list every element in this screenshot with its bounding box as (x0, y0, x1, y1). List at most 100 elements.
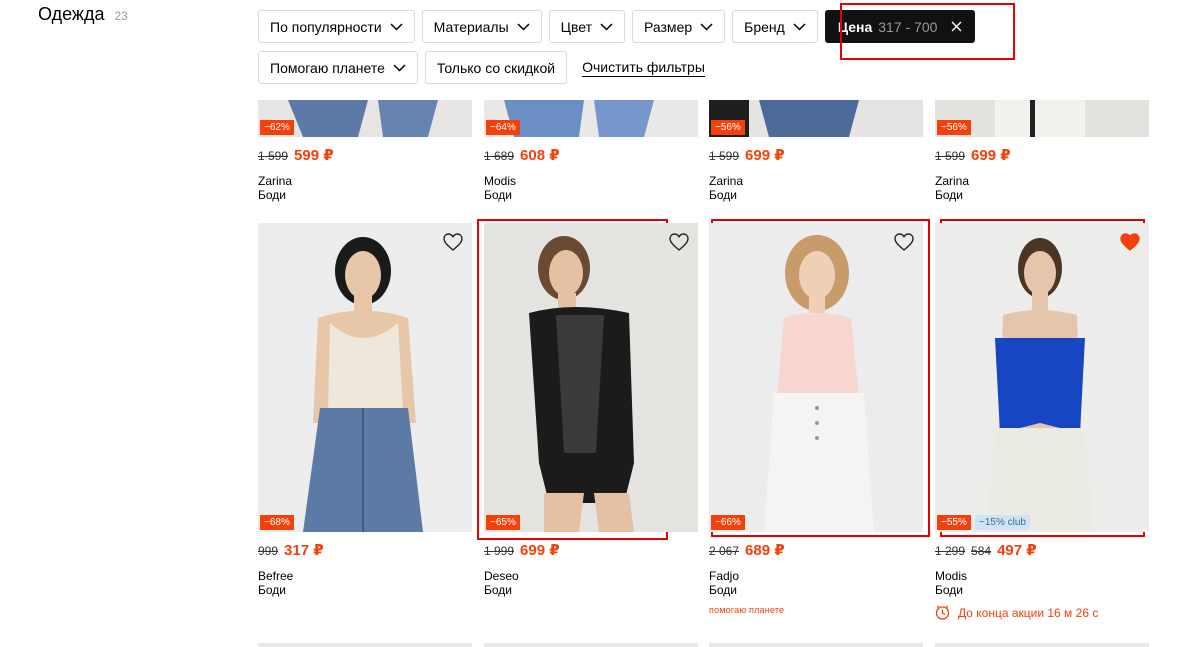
product-type: Боди (935, 583, 963, 597)
discount-badge: −68% (260, 515, 294, 530)
product-image[interactable]: −64% (484, 100, 698, 137)
product-image[interactable]: −55% −15% club (935, 223, 1149, 532)
old-price: 1 689 (484, 149, 515, 163)
product-card[interactable]: −65% 1 999 699 ₽ Deseo Боди (484, 223, 698, 597)
next-row-image (484, 643, 698, 647)
chevron-down-icon (793, 22, 806, 31)
product-brand: Befree (258, 569, 294, 583)
product-card[interactable]: −64% 1 689 608 ₽ Modis Боди (484, 100, 698, 202)
old-price: 1 599 (258, 149, 289, 163)
clock-icon (935, 605, 950, 620)
chip-label: Бренд (744, 18, 785, 35)
price: 599 ₽ (294, 147, 334, 164)
discount-badge: −64% (486, 120, 520, 135)
promo-timer: До конца акции 16 м 26 с (935, 605, 1149, 620)
discount-badge: −56% (711, 120, 745, 135)
old-price: 1 599 (935, 149, 966, 163)
old-price: 999 (258, 544, 279, 558)
product-card[interactable]: −56% 1 599 699 ₽ Zarina Боди (709, 100, 923, 202)
chip-label: Цвет (560, 18, 593, 35)
chevron-down-icon (700, 22, 713, 31)
category-header: Одежда 23 (38, 4, 128, 25)
product-brand: Modis (935, 569, 968, 583)
product-image[interactable]: −68% (258, 223, 472, 532)
price: 699 ₽ (745, 147, 785, 164)
product-brand: Zarina (935, 174, 970, 188)
product-brand: Fadjo (709, 569, 740, 583)
old-price: 1 299 (935, 544, 966, 558)
promo-timer-text: До конца акции 16 м 26 с (958, 605, 1099, 620)
category-title: Одежда (38, 4, 105, 24)
chevron-down-icon (393, 63, 406, 72)
heart-icon[interactable] (669, 233, 689, 251)
next-row-image (935, 643, 1149, 647)
product-image[interactable]: −56% (709, 100, 923, 137)
price-filter-active[interactable]: Цена 317 - 700 (824, 10, 976, 43)
next-row-image (258, 643, 472, 647)
old-price: 1 999 (484, 544, 515, 558)
color-filter[interactable]: Цвет (548, 10, 626, 43)
product-image[interactable]: −56% (935, 100, 1149, 137)
product-photo (258, 223, 472, 532)
discount-badge: −66% (711, 515, 745, 530)
product-card[interactable]: −66% 2 067 689 ₽ Fadjo Боди помогаю плане… (709, 223, 923, 615)
product-brand: Modis (484, 174, 517, 188)
price: 608 ₽ (520, 147, 560, 164)
close-icon[interactable] (951, 21, 962, 32)
eco-filter[interactable]: Помогаю планете (258, 51, 418, 84)
chip-label: Материалы (433, 18, 509, 35)
product-brand: Deseo (484, 569, 519, 583)
chevron-down-icon (517, 22, 530, 31)
club-badge: −15% club (975, 515, 1030, 530)
product-image[interactable]: −65% (484, 223, 698, 532)
sort-dropdown[interactable]: По популярности (258, 10, 415, 43)
price-chip-range: 317 - 700 (878, 18, 938, 35)
product-type: Боди (484, 583, 512, 597)
price-chip-label: Цена (837, 18, 873, 35)
filter-bar: По популярности Материалы Цвет Размер Бр… (258, 10, 1018, 92)
chip-label: По популярности (270, 18, 382, 35)
old-price: 2 067 (709, 544, 740, 558)
product-type: Боди (709, 188, 737, 202)
size-filter[interactable]: Размер (632, 10, 726, 43)
chip-label: Только со скидкой (436, 59, 556, 76)
chevron-down-icon (390, 22, 403, 31)
product-card[interactable]: −56% 1 599 699 ₽ Zarina Боди (935, 100, 1149, 202)
discount-badge: −55% (937, 515, 971, 530)
heart-icon[interactable] (443, 233, 463, 251)
old-price: 1 599 (709, 149, 740, 163)
price: 497 ₽ (997, 542, 1037, 559)
chevron-down-icon (600, 22, 613, 31)
discount-badge: −56% (937, 120, 971, 135)
discount-badge: −62% (260, 120, 294, 135)
product-type: Боди (709, 583, 737, 597)
product-photo (935, 223, 1149, 532)
product-image[interactable]: −62% (258, 100, 472, 137)
product-photo (484, 223, 698, 532)
product-photo (709, 223, 923, 532)
heart-icon[interactable] (1120, 233, 1140, 251)
chip-label: Помогаю планете (270, 59, 385, 76)
product-brand: Zarina (258, 174, 293, 188)
next-row-image (709, 643, 923, 647)
product-type: Боди (258, 188, 286, 202)
clear-filters-link[interactable]: Очистить фильтры (582, 59, 705, 77)
product-card[interactable]: −55% −15% club 1 299 584 497 ₽ Modis Боди … (935, 223, 1149, 620)
category-count: 23 (114, 9, 128, 23)
product-type: Боди (258, 583, 286, 597)
materials-filter[interactable]: Материалы (421, 10, 542, 43)
product-card[interactable]: −62% 1 599 599 ₽ Zarina Боди (258, 100, 472, 202)
price: 317 ₽ (284, 542, 324, 559)
discount-badge: −65% (486, 515, 520, 530)
chip-label: Размер (644, 18, 693, 35)
discount-only-toggle[interactable]: Только со скидкой (424, 51, 568, 84)
brand-filter[interactable]: Бренд (732, 10, 818, 43)
price: 699 ₽ (971, 147, 1011, 164)
product-card[interactable]: −68% 999 317 ₽ Befree Боди (258, 223, 472, 597)
product-brand: Zarina (709, 174, 744, 188)
heart-icon[interactable] (894, 233, 914, 251)
club-price: 584 (971, 544, 992, 558)
product-image[interactable]: −66% (709, 223, 923, 532)
product-type: Боди (484, 188, 512, 202)
price: 689 ₽ (745, 542, 785, 559)
